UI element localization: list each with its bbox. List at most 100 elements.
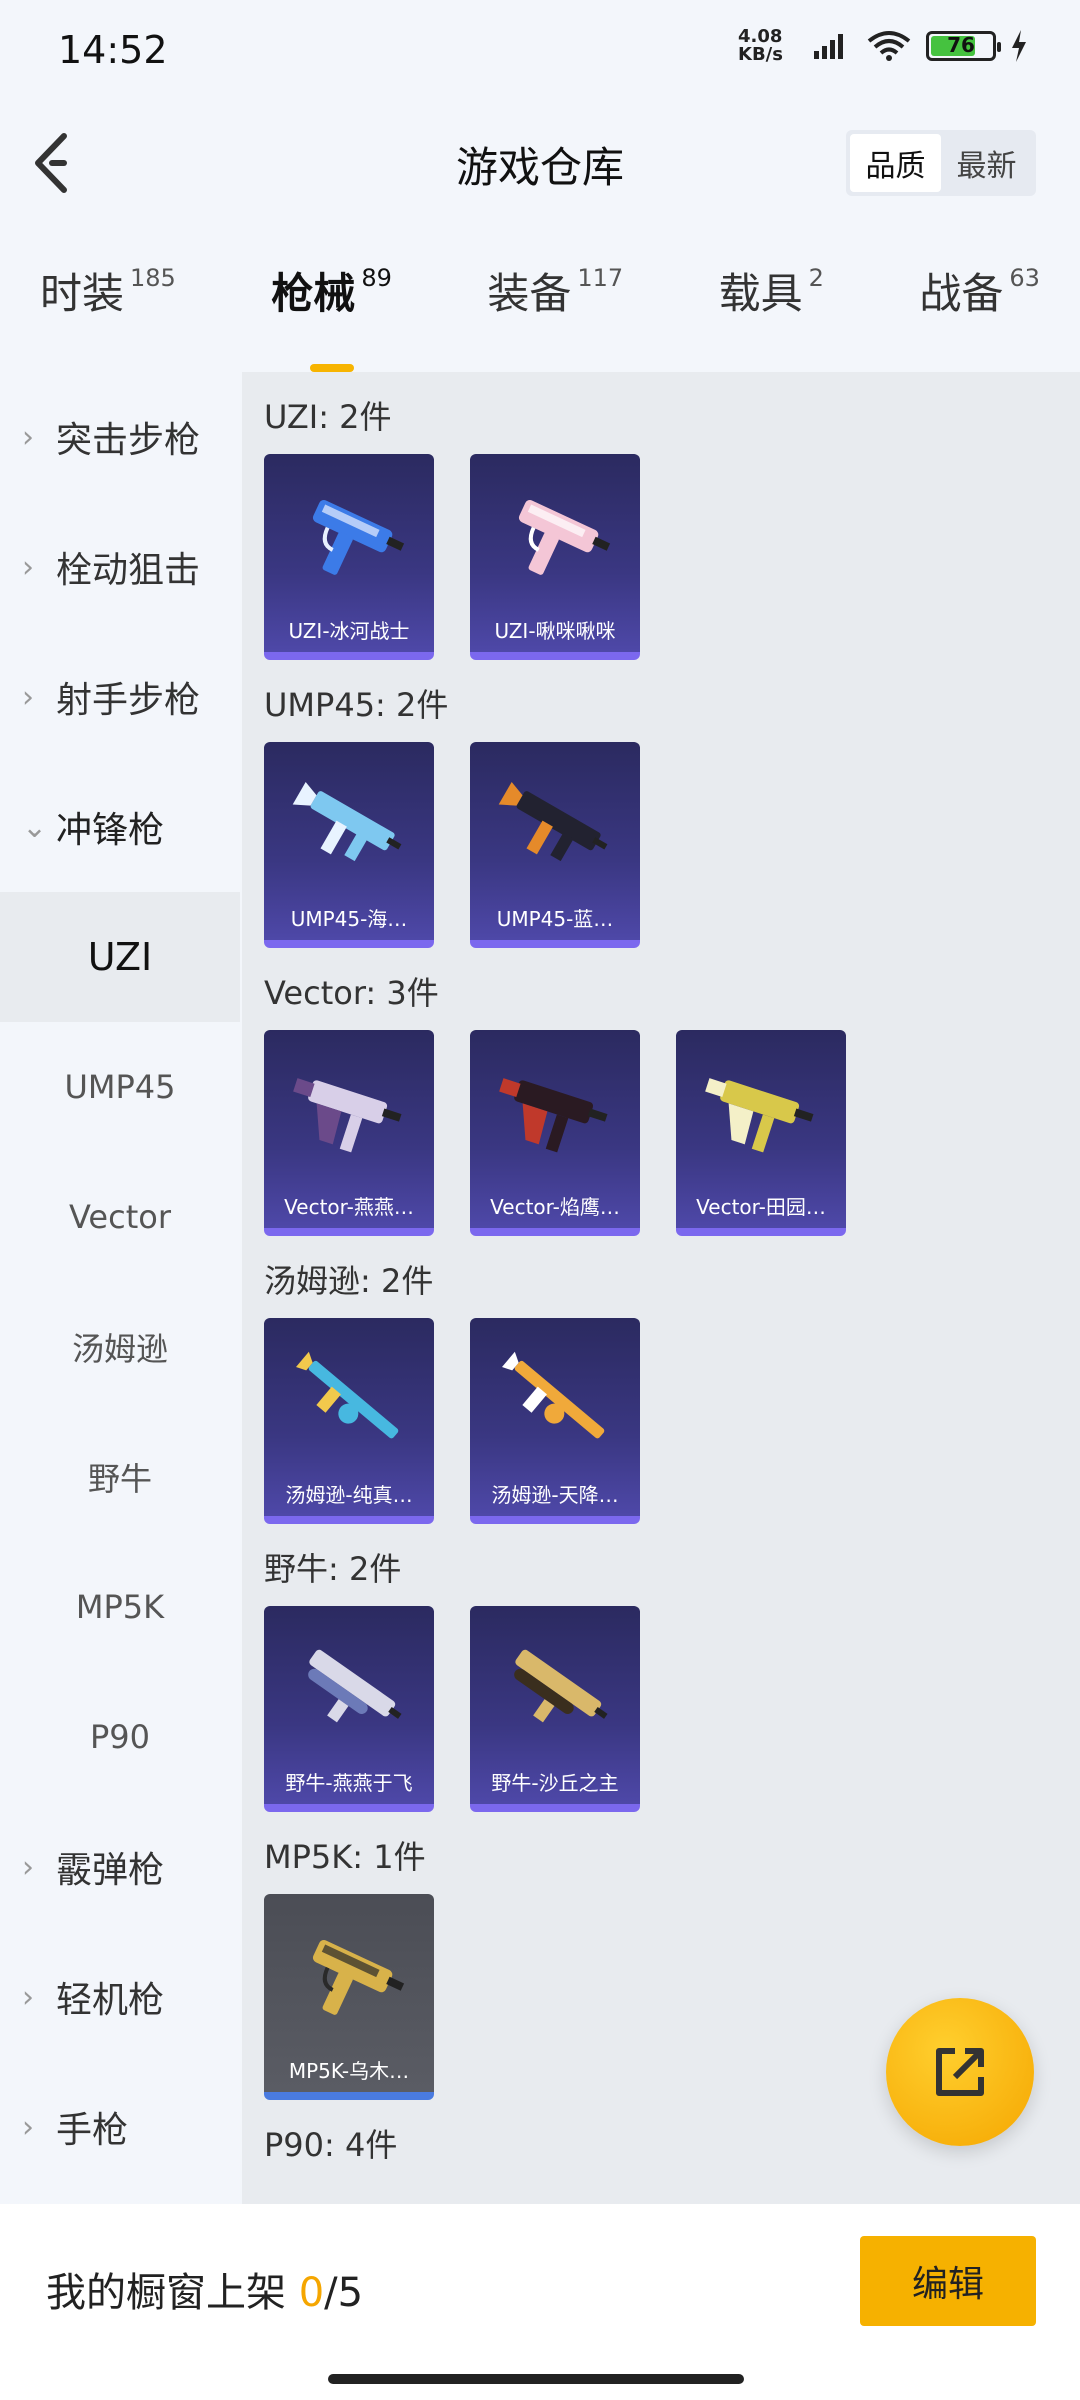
- network-speed: 4.08 KB/s: [738, 26, 783, 65]
- sidebar-item-label: P90: [89, 1718, 150, 1756]
- weapon-skin-name: Vector-焰鹰…: [490, 1195, 620, 1219]
- sidebar-item-label: 手枪: [56, 2110, 129, 2151]
- share-button[interactable]: [886, 1998, 1034, 2146]
- sidebar-item-11[interactable]: › 霰弹枪: [0, 1802, 240, 1932]
- edit-button[interactable]: 编辑: [860, 2236, 1036, 2326]
- tab-count: 2: [808, 264, 824, 292]
- gun-icon: [284, 1052, 414, 1182]
- tab-2[interactable]: 装备 117: [487, 260, 623, 360]
- weapon-skin-card[interactable]: 野牛-燕燕于飞: [264, 1606, 434, 1812]
- tab-label: 载具: [718, 269, 803, 318]
- sidebar-item-3[interactable]: ⌄ 冲锋枪: [0, 762, 240, 892]
- showcase-total-count: /5: [324, 2270, 364, 2316]
- gun-icon: [284, 764, 414, 894]
- sidebar-item-label: 汤姆逊: [71, 1330, 168, 1368]
- sidebar-item-label: 冲锋枪: [56, 810, 165, 851]
- showcase-status: 我的橱窗上架 0/5: [46, 2270, 364, 2316]
- sidebar-item-label: 栓动狙击: [56, 550, 201, 591]
- sidebar-item-7[interactable]: 汤姆逊: [0, 1282, 240, 1412]
- sort-quality-button[interactable]: 品质: [850, 134, 941, 192]
- chevron-right-icon: ›: [22, 1979, 34, 2015]
- weapon-grid: 野牛-燕燕于飞 野牛-沙丘之主: [264, 1606, 1080, 1812]
- gun-icon: [490, 1628, 620, 1758]
- sidebar-item-13[interactable]: › 手枪: [0, 2062, 240, 2192]
- share-icon: [936, 2048, 984, 2096]
- weapon-skin-card[interactable]: Vector-焰鹰…: [470, 1030, 640, 1236]
- weapon-skin-name: MP5K-乌木…: [288, 2059, 410, 2083]
- gun-icon: [696, 1052, 826, 1182]
- sidebar-item-label: Vector: [69, 1198, 171, 1236]
- tab-count: 89: [361, 264, 392, 292]
- weapon-grid: UMP45-海… UMP45-蓝…: [264, 742, 1080, 948]
- sidebar-item-6[interactable]: Vector: [0, 1152, 240, 1282]
- bottom-bar: 我的橱窗上架 0/5 编辑: [0, 2204, 1080, 2400]
- tab-label: 时装: [40, 269, 125, 318]
- weapon-skin-name: UMP45-蓝…: [496, 907, 614, 931]
- sort-newest-button[interactable]: 最新: [941, 134, 1032, 192]
- sidebar-item-label: UZI: [87, 935, 153, 979]
- battery-icon: 76: [926, 31, 1001, 61]
- weapon-skin-name: 汤姆逊-天降…: [491, 1483, 619, 1507]
- sidebar-item-1[interactable]: › 栓动狙击: [0, 502, 240, 632]
- gun-icon: [490, 1340, 620, 1470]
- sidebar-item-label: 野牛: [87, 1460, 152, 1498]
- tab-count: 185: [130, 264, 176, 292]
- weapon-skin-name: UZI-啾咪啾咪: [494, 619, 616, 643]
- tab-3[interactable]: 载具 2: [719, 260, 824, 360]
- chevron-right-icon: ›: [22, 2109, 34, 2145]
- home-indicator[interactable]: [328, 2374, 744, 2384]
- sidebar-item-12[interactable]: › 轻机枪: [0, 1932, 240, 2062]
- gun-icon: [490, 1052, 620, 1182]
- weapon-skin-card[interactable]: Vector-燕燕…: [264, 1030, 434, 1236]
- weapon-skin-name: UMP45-海…: [290, 907, 408, 931]
- chevron-right-icon: ›: [22, 549, 34, 585]
- sidebar-item-8[interactable]: 野牛: [0, 1412, 240, 1542]
- weapon-skin-card[interactable]: 汤姆逊-天降…: [470, 1318, 640, 1524]
- tab-count: 117: [577, 264, 624, 292]
- sidebar-item-9[interactable]: MP5K: [0, 1542, 240, 1672]
- sidebar-item-label: MP5K: [75, 1588, 165, 1626]
- sidebar-item-10[interactable]: P90: [0, 1672, 240, 1802]
- sidebar-item-label: 射手步枪: [56, 680, 201, 721]
- weapon-skin-card[interactable]: 汤姆逊-纯真…: [264, 1318, 434, 1524]
- weapon-grid: Vector-燕燕… Vector-焰鹰… Vector-田园…: [264, 1030, 1080, 1236]
- sidebar-item-label: 突击步枪: [56, 420, 201, 461]
- weapon-skin-name: UZI-冰河战士: [288, 619, 410, 643]
- chevron-right-icon: ›: [22, 1849, 34, 1885]
- gun-icon: [284, 476, 414, 606]
- tab-1[interactable]: 枪械 89: [271, 260, 392, 372]
- category-tabs: 时装 185 枪械 89 装备 117 载具 2 战备 63: [0, 260, 1080, 372]
- sort-toggle: 品质 最新: [846, 130, 1036, 196]
- weapon-group-title: 汤姆逊: 2件: [264, 1262, 434, 1300]
- weapon-skin-name: 汤姆逊-纯真…: [285, 1483, 413, 1507]
- weapon-skin-card[interactable]: UZI-冰河战士: [264, 454, 434, 660]
- sidebar-item-0[interactable]: › 突击步枪: [0, 372, 240, 502]
- tab-label: 装备: [487, 269, 572, 318]
- weapon-skin-name: Vector-燕燕…: [284, 1195, 414, 1219]
- weapon-skin-card[interactable]: UMP45-海…: [264, 742, 434, 948]
- weapon-skin-card[interactable]: 野牛-沙丘之主: [470, 1606, 640, 1812]
- status-time: 14:52: [58, 28, 168, 72]
- gun-icon: [284, 1340, 414, 1470]
- tab-label: 战备: [919, 269, 1004, 318]
- sidebar-item-2[interactable]: › 射手步枪: [0, 632, 240, 762]
- weapon-skin-card[interactable]: Vector-田园…: [676, 1030, 846, 1236]
- header: 游戏仓库 品质 最新: [0, 110, 1080, 220]
- weapon-skin-card[interactable]: UZI-啾咪啾咪: [470, 454, 640, 660]
- weapon-skin-name: Vector-田园…: [696, 1195, 826, 1219]
- gun-icon: [284, 1628, 414, 1758]
- weapon-skin-card[interactable]: MP5K-乌木…: [264, 1894, 434, 2100]
- status-icons: 4.08 KB/s 76: [738, 28, 1028, 64]
- sidebar-item-4[interactable]: UZI: [0, 892, 240, 1022]
- chevron-down-icon: ⌄: [22, 809, 48, 845]
- weapon-skin-card[interactable]: UMP45-蓝…: [470, 742, 640, 948]
- wifi-icon: [866, 30, 912, 62]
- weapon-skin-name: 野牛-燕燕于飞: [285, 1771, 413, 1795]
- weapon-grid: 汤姆逊-纯真… 汤姆逊-天降…: [264, 1318, 1080, 1524]
- sidebar-item-5[interactable]: UMP45: [0, 1022, 240, 1152]
- weapon-group-title: MP5K: 1件: [264, 1838, 426, 1876]
- showcase-current-count: 0: [298, 2270, 325, 2316]
- tab-0[interactable]: 时装 185: [40, 260, 176, 360]
- gun-icon: [490, 476, 620, 606]
- tab-4[interactable]: 战备 63: [919, 260, 1040, 360]
